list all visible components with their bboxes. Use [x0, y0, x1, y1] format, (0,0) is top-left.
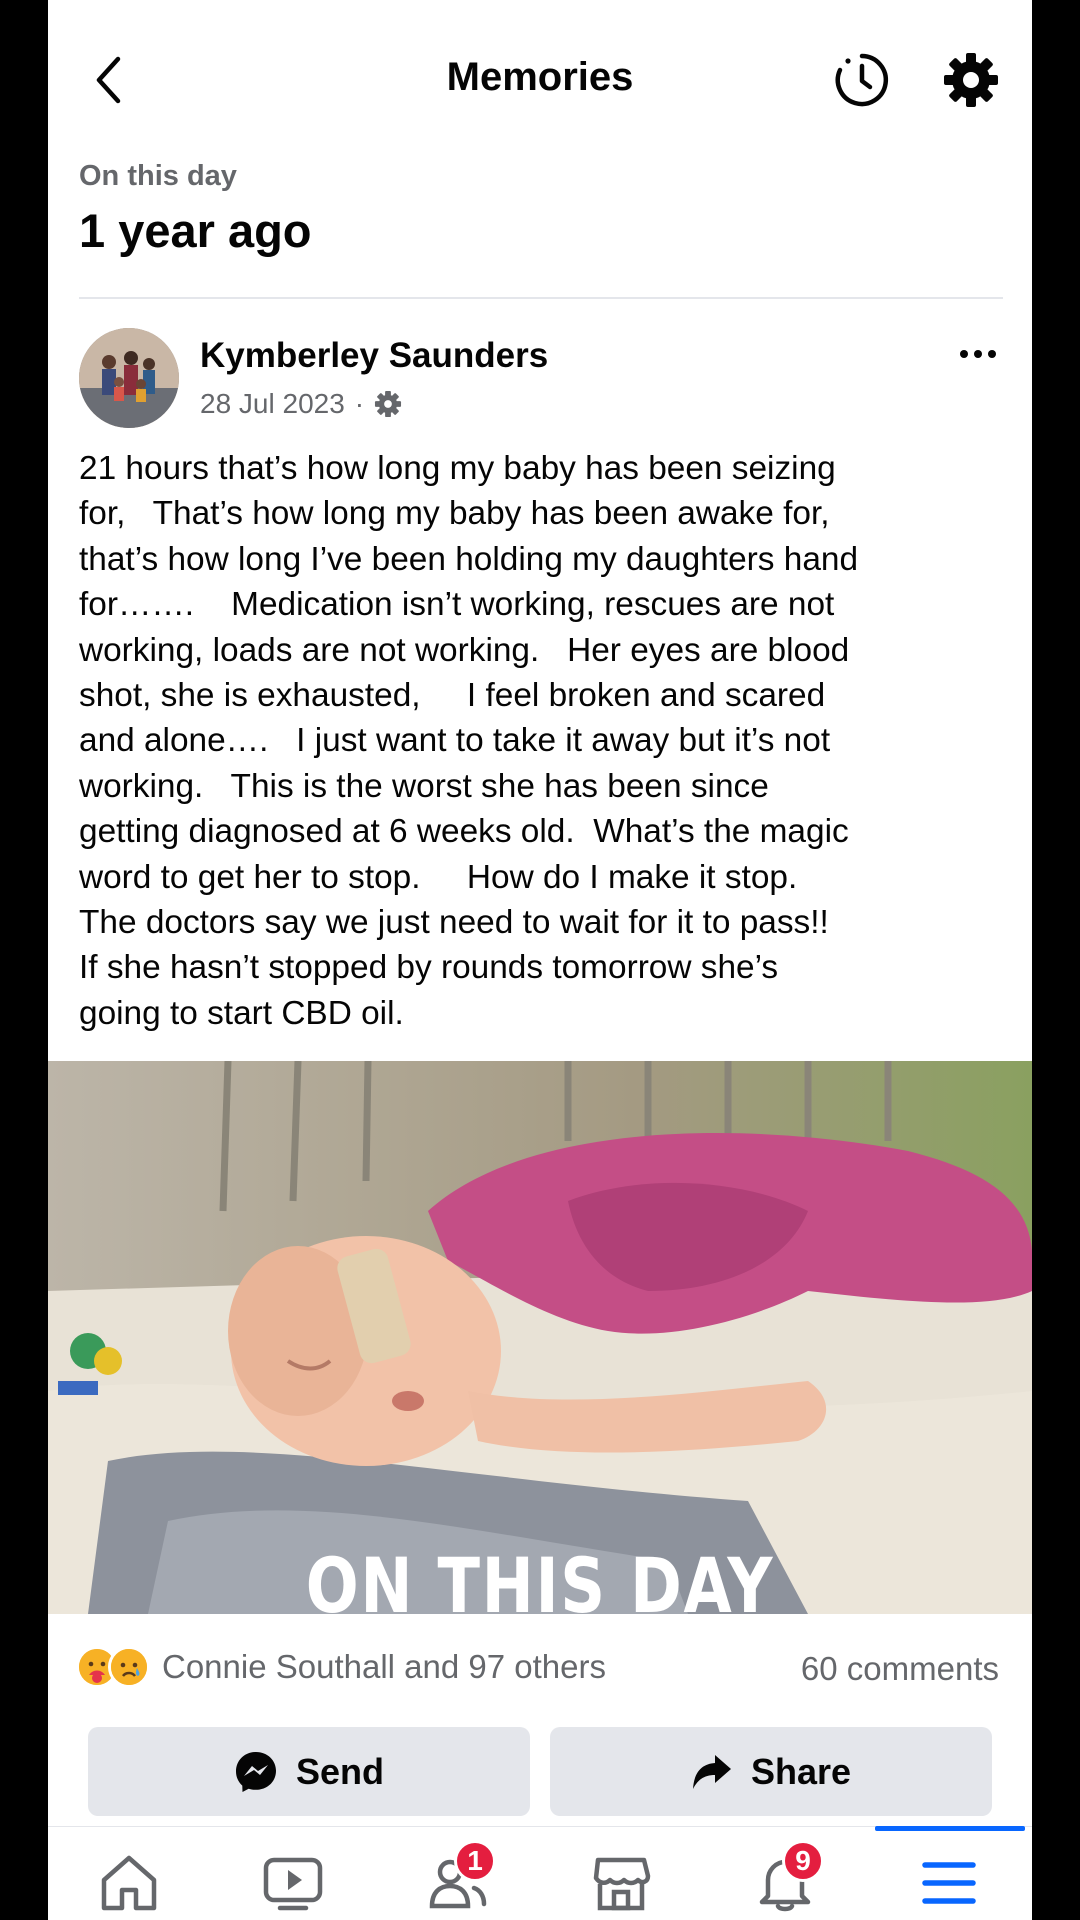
family-photo-avatar [79, 328, 179, 428]
send-button[interactable]: Send [88, 1727, 530, 1816]
nav-notifications[interactable]: 9 [740, 1840, 830, 1920]
audience-gear-icon[interactable] [374, 390, 402, 418]
post-photo[interactable]: ON THIS DAY [48, 1061, 1032, 1614]
marketplace-icon [593, 1857, 651, 1911]
reactions-summary[interactable]: Connie Southall and 97 others [76, 1646, 606, 1688]
post-author[interactable]: Kymberley Saunders [200, 336, 548, 376]
memory-section-label: On this day [79, 160, 237, 192]
ellipsis-dot [974, 350, 982, 358]
nav-menu[interactable] [904, 1846, 994, 1920]
nav-marketplace[interactable] [576, 1846, 666, 1920]
ellipsis-icon [960, 350, 968, 358]
sad-reaction-icon [108, 1646, 150, 1688]
hospital-baby-photo [48, 1061, 1032, 1614]
more-options-button[interactable] [952, 336, 1004, 372]
share-button[interactable]: Share [550, 1727, 992, 1816]
divider [79, 297, 1003, 299]
avatar[interactable] [79, 328, 179, 428]
nav-home[interactable] [84, 1846, 174, 1920]
video-icon [263, 1857, 323, 1911]
share-arrow-icon [692, 1754, 731, 1789]
friends-badge: 1 [454, 1840, 496, 1882]
header: Memories [48, 0, 1032, 160]
meta-separator: · [354, 388, 365, 419]
photo-caption: ON THIS DAY [305, 1541, 775, 1614]
history-button[interactable] [830, 48, 894, 112]
post-meta: 28 Jul 2023 · [200, 388, 402, 420]
settings-button[interactable] [939, 48, 1003, 112]
ellipsis-dot [988, 350, 996, 358]
gear-icon [944, 53, 998, 107]
memory-years-ago: 1 year ago [79, 204, 312, 257]
post-date: 28 Jul 2023 [200, 388, 345, 419]
messenger-icon [235, 1751, 276, 1792]
nav-friends[interactable]: 1 [412, 1840, 502, 1920]
share-label: Share [750, 1750, 852, 1792]
clock-history-icon [835, 53, 889, 107]
nav-video[interactable] [248, 1846, 338, 1920]
memories-screen: Memories On this day 1 year ago Kymberle… [48, 0, 1032, 1920]
bottom-nav [48, 1826, 1032, 1920]
active-tab-indicator [875, 1826, 1025, 1831]
post-text: 21 hours that’s how long my baby has bee… [79, 450, 859, 1032]
reactions-text: Connie Southall and 97 others [162, 1648, 606, 1685]
comments-count[interactable]: 60 comments [801, 1650, 999, 1688]
notifications-badge: 9 [782, 1840, 824, 1882]
home-icon [101, 1855, 157, 1911]
menu-icon [922, 1862, 976, 1904]
send-label: Send [295, 1750, 384, 1792]
